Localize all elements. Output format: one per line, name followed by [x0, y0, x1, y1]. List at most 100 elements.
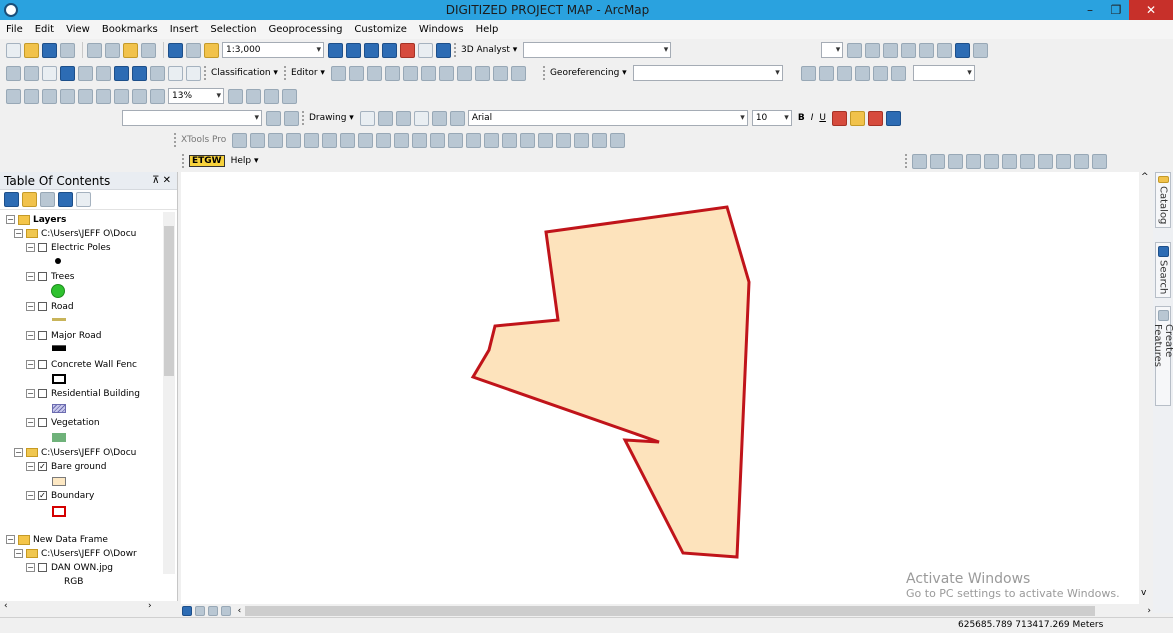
xtools-tool-icon[interactable] — [376, 132, 392, 148]
scroll-down-icon[interactable]: v — [1141, 588, 1146, 598]
close-button[interactable]: ✕ — [1129, 0, 1173, 20]
rotate-icon[interactable] — [510, 65, 526, 81]
map-hscroll-thumb[interactable] — [245, 605, 1096, 616]
select-elements-icon[interactable] — [186, 65, 201, 81]
create-features-dock-tab[interactable]: Create Features — [1152, 306, 1173, 406]
classification-menu[interactable]: Classification ▾ — [211, 68, 278, 78]
layer-visibility-checkbox[interactable] — [38, 302, 47, 311]
toc-row-electric-poles[interactable]: − Electric Poles — [26, 241, 111, 254]
paste-icon[interactable] — [123, 42, 138, 58]
straight-segment-icon[interactable] — [366, 65, 382, 81]
toolbar-grip[interactable] — [204, 66, 207, 80]
fixed-zoom-out-layout-icon[interactable] — [114, 88, 129, 104]
map-scale-combo[interactable]: 1:3,000 — [222, 42, 324, 58]
road-symbol[interactable] — [52, 318, 66, 321]
xtools-tool-icon[interactable] — [340, 132, 356, 148]
font-color-icon[interactable] — [831, 110, 847, 126]
forward-extent-icon[interactable] — [132, 65, 147, 81]
georeferencing-layer-combo[interactable] — [632, 65, 783, 81]
add-control-points-icon[interactable] — [854, 65, 870, 81]
3d-analyst-menu[interactable]: 3D Analyst ▾ — [461, 45, 517, 55]
xtools-tool-icon[interactable] — [592, 132, 608, 148]
menu-insert[interactable]: Insert — [170, 24, 199, 35]
annotation-target-combo[interactable] — [122, 110, 262, 126]
toc-window-icon[interactable] — [346, 42, 361, 58]
georeferencing-menu[interactable]: Georeferencing ▾ — [550, 68, 627, 78]
print-icon[interactable] — [60, 42, 75, 58]
layer-visibility-checkbox[interactable]: ✓ — [38, 462, 47, 471]
redo-icon[interactable] — [186, 42, 201, 58]
toolbar-grip[interactable] — [454, 43, 457, 57]
zoom-100-icon[interactable] — [78, 88, 93, 104]
etgw-logo-button[interactable]: ETGW — [189, 155, 225, 167]
toc-row-workspace-3[interactable]: − C:\Users\JEFF O\Dowr — [14, 547, 137, 560]
pause-drawing-icon[interactable] — [220, 605, 231, 616]
toc-row-road[interactable]: − Road — [26, 300, 74, 313]
boundary-polygon[interactable] — [470, 205, 751, 559]
toc-row-trees[interactable]: − Trees — [26, 270, 74, 283]
xtools-tool-icon[interactable] — [232, 132, 248, 148]
layer-visibility-checkbox[interactable] — [38, 563, 47, 572]
toc-options-icon[interactable] — [76, 192, 91, 207]
view-link-table-icon[interactable] — [872, 65, 888, 81]
georef-tool-icon[interactable] — [836, 65, 852, 81]
select-features-icon[interactable] — [150, 65, 165, 81]
spatial-adjustment-icon[interactable] — [911, 153, 927, 169]
layer-visibility-checkbox[interactable] — [38, 243, 47, 252]
toc-scroll-thumb[interactable] — [164, 226, 174, 376]
text-tool-icon[interactable] — [431, 110, 447, 126]
data-view-icon[interactable] — [182, 605, 192, 616]
map-canvas[interactable] — [181, 172, 1139, 604]
drawing-menu[interactable]: Drawing ▾ — [309, 113, 354, 123]
layer-visibility-checkbox[interactable]: ✓ — [38, 491, 47, 500]
xtools-tool-icon[interactable] — [448, 132, 464, 148]
edit-annotation-icon[interactable] — [348, 65, 364, 81]
xtools-tool-icon[interactable] — [556, 132, 572, 148]
toc-row-vegetation[interactable]: − Vegetation — [26, 416, 100, 429]
toc-row-new-data-frame[interactable]: − New Data Frame — [6, 533, 108, 546]
layout-zoom-combo[interactable]: 13% — [168, 88, 224, 104]
editor-menu[interactable]: Editor ▾ — [291, 68, 325, 78]
label-manager-icon[interactable] — [266, 110, 281, 126]
toc-row-major-road[interactable]: − Major Road — [26, 329, 101, 342]
open-icon[interactable] — [24, 42, 39, 58]
menu-selection[interactable]: Selection — [210, 24, 256, 35]
scroll-left-icon[interactable]: ‹ — [4, 601, 8, 611]
xtools-tool-icon[interactable] — [520, 132, 536, 148]
arctoolbox-icon[interactable] — [400, 42, 415, 58]
menu-help[interactable]: Help — [476, 24, 499, 35]
next-extent-layout-icon[interactable] — [150, 88, 165, 104]
italic-button[interactable]: I — [811, 113, 814, 123]
collapse-toggle[interactable]: − — [14, 448, 23, 457]
hscroll-right-icon[interactable]: › — [1147, 606, 1151, 616]
toc-row-boundary[interactable]: − ✓ Boundary — [26, 489, 94, 502]
spatial-adjustment-icon[interactable] — [1073, 153, 1089, 169]
toc-horizontal-scrollbar[interactable]: ‹ › — [0, 601, 178, 613]
catalog-dock-tab[interactable]: Catalog — [1155, 172, 1171, 228]
toolbar-grip[interactable] — [904, 154, 908, 168]
xtools-tool-icon[interactable] — [484, 132, 500, 148]
scroll-up-icon[interactable]: ^ — [1141, 172, 1149, 182]
toolbar-grip[interactable] — [302, 111, 305, 125]
xtools-tool-icon[interactable] — [322, 132, 338, 148]
list-by-source-icon[interactable] — [22, 192, 37, 207]
xtools-pro-menu[interactable]: XTools Pro — [181, 135, 226, 145]
toc-row-concrete-wall-fence[interactable]: − Concrete Wall Fenc — [26, 358, 137, 371]
end-point-arc-icon[interactable] — [384, 65, 400, 81]
menu-windows[interactable]: Windows — [419, 24, 464, 35]
collapse-toggle[interactable]: − — [14, 229, 23, 238]
spatial-adjustment-icon[interactable] — [929, 153, 945, 169]
python-window-icon[interactable] — [418, 42, 433, 58]
layer-dropdown[interactable] — [821, 42, 844, 58]
toc-row-layers[interactable]: − Layers — [6, 213, 66, 226]
concrete-wall-fence-symbol[interactable] — [52, 374, 66, 384]
xtools-tool-icon[interactable] — [538, 132, 554, 148]
undo-icon[interactable] — [168, 42, 183, 58]
refresh-icon[interactable] — [207, 605, 218, 616]
font-name-combo[interactable]: Arial — [467, 110, 748, 126]
layout-view-icon[interactable] — [194, 605, 205, 616]
etgw-help-menu[interactable]: Help ▾ — [231, 156, 259, 166]
select-elements-arrow-icon[interactable] — [359, 110, 375, 126]
toggle-draft-mode-icon[interactable] — [228, 88, 243, 104]
collapse-toggle[interactable]: − — [26, 462, 35, 471]
